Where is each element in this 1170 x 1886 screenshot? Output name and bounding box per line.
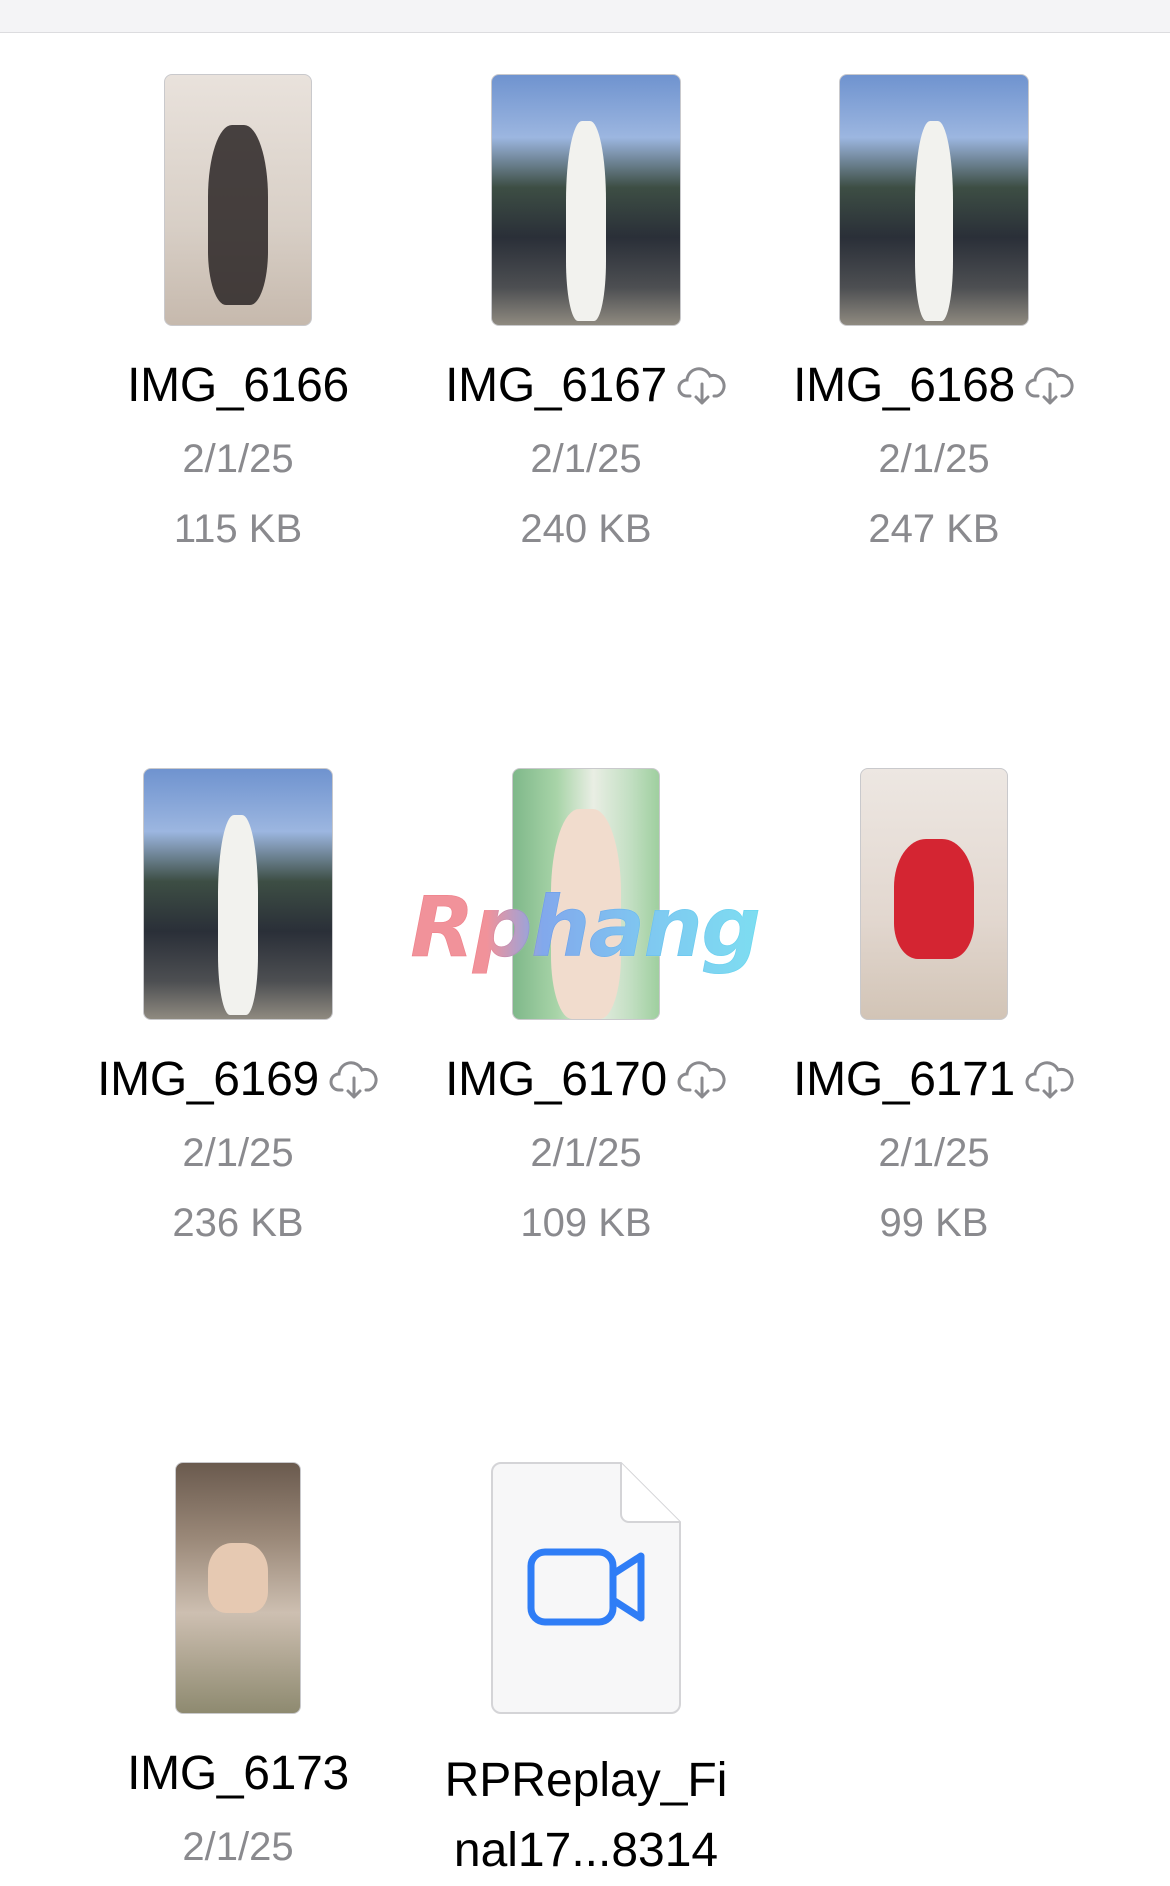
file-item[interactable]: IMG_6173 2/1/25	[64, 1462, 412, 1871]
file-item[interactable]: IMG_6171 2/1/25 99 KB	[760, 768, 1108, 1247]
cloud-download-icon[interactable]	[677, 366, 727, 406]
file-size: 236 KB	[172, 1201, 304, 1245]
file-name-line-2: nal17...8314	[453, 1824, 719, 1877]
cloud-download-icon[interactable]	[329, 1060, 379, 1100]
file-size: 99 KB	[879, 1201, 989, 1245]
file-thumbnail[interactable]	[839, 74, 1029, 326]
file-name: IMG_6166	[127, 359, 349, 412]
file-item[interactable]: IMG_6168 2/1/25 247 KB	[760, 74, 1108, 553]
file-size: 115 KB	[173, 507, 303, 551]
file-date: 2/1/25	[878, 437, 990, 481]
file-item[interactable]: IMG_6170 2/1/25 109 KB	[412, 768, 760, 1247]
file-thumbnail[interactable]	[491, 74, 681, 326]
file-size: 247 KB	[868, 507, 1000, 551]
file-name: IMG_6170	[445, 1053, 667, 1106]
file-item[interactable]: IMG_6167 2/1/25 240 KB	[412, 74, 760, 553]
file-thumbnail[interactable]	[175, 1462, 301, 1714]
file-name: IMG_6168	[793, 359, 1015, 412]
file-thumbnail[interactable]	[143, 768, 333, 1020]
cloud-download-icon[interactable]	[1025, 1060, 1075, 1100]
file-name: IMG_6171	[793, 1053, 1015, 1106]
file-thumbnail[interactable]	[860, 768, 1008, 1020]
file-item[interactable]: IMG_6169 2/1/25 236 KB	[64, 768, 412, 1247]
file-size: 240 KB	[520, 507, 652, 551]
file-date: 2/1/25	[182, 1131, 294, 1175]
cloud-download-icon[interactable]	[1025, 366, 1075, 406]
file-date: 2/1/25	[530, 1131, 642, 1175]
file-name: IMG_6169	[97, 1053, 319, 1106]
file-size: 109 KB	[520, 1201, 652, 1245]
file-name-line-1: RPReplay_Fi	[444, 1754, 728, 1807]
file-item[interactable]: IMG_6166 2/1/25 115 KB	[64, 74, 412, 553]
file-date: 2/1/25	[530, 437, 642, 481]
video-file-thumbnail[interactable]	[491, 1462, 681, 1714]
file-date: 2/1/25	[182, 437, 294, 481]
file-date: 2/1/25	[878, 1131, 990, 1175]
top-toolbar-edge	[0, 0, 1170, 33]
file-date: 2/1/25	[182, 1825, 294, 1869]
file-name: IMG_6167	[445, 359, 667, 412]
watermark: Rphang	[410, 878, 761, 976]
file-item[interactable]: RPReplay_Fi nal17...8314	[412, 1462, 760, 1886]
file-name: IMG_6173	[127, 1747, 349, 1800]
file-thumbnail[interactable]	[164, 74, 312, 326]
cloud-download-icon[interactable]	[677, 1060, 727, 1100]
